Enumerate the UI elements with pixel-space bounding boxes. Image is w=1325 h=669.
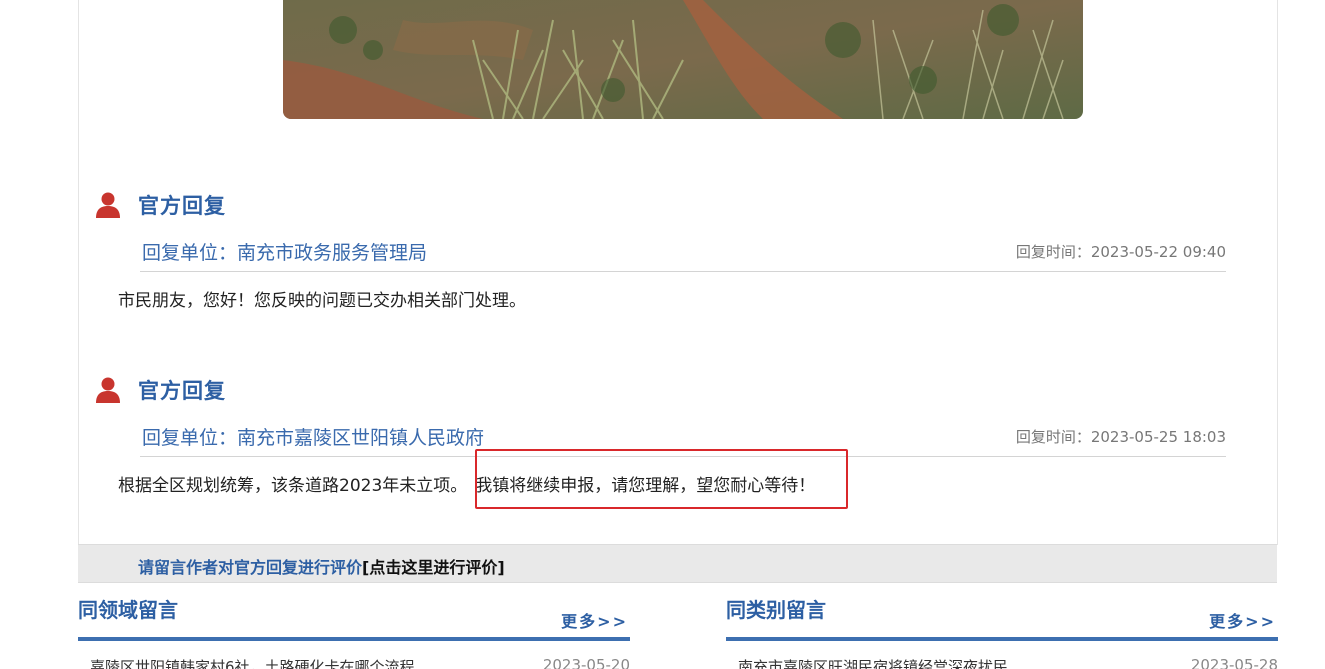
user-icon xyxy=(96,192,120,218)
evaluate-link[interactable]: [点击这里进行评价] xyxy=(362,558,505,577)
reply-unit-row-1: 回复单位：南充市政务服务管理局 回复时间：2023-05-22 09:40 xyxy=(140,237,1226,272)
reply-unit: 回复单位：南充市嘉陵区世阳镇人民政府 xyxy=(142,427,485,449)
same-field-title: 同领域留言 xyxy=(78,598,178,622)
list-item-date: 2023-05-28 xyxy=(1190,656,1278,669)
reply-unit: 回复单位：南充市政务服务管理局 xyxy=(142,242,428,264)
list-item[interactable]: 嘉陵区世阳镇韩家村6社，土路硬化卡在哪个流程 2023-05-20 xyxy=(90,656,630,669)
same-field-header: 同领域留言 更多>> xyxy=(78,590,630,641)
evaluation-bar: 请留言作者对官方回复进行评价[点击这里进行评价] xyxy=(78,544,1277,583)
list-item-date: 2023-05-20 xyxy=(542,656,630,669)
list-item[interactable]: 南充市嘉陵区旺湖民宿将镜经営深夜扰民 2023-05-28 xyxy=(738,656,1278,669)
same-category-more-link[interactable]: 更多>> xyxy=(1209,608,1276,632)
user-icon xyxy=(96,377,120,403)
list-item-title[interactable]: 南充市嘉陵区旺湖民宿将镜经営深夜扰民 xyxy=(738,656,1008,669)
reply-time: 回复时间：2023-05-25 18:03 xyxy=(1015,428,1226,446)
reply-time: 回复时间：2023-05-22 09:40 xyxy=(1015,243,1226,261)
same-category-panel: 同类别留言 更多>> 南充市嘉陵区旺湖民宿将镜经営深夜扰民 2023-05-28 xyxy=(726,590,1278,669)
reply-heading: 官方回复 xyxy=(138,379,226,403)
evaluation-prompt: 请留言作者对官方回复进行评价 xyxy=(138,558,363,577)
message-detail-page: 官方回复 回复单位：南充市政务服务管理局 回复时间：2023-05-22 09:… xyxy=(0,0,1325,669)
same-category-title: 同类别留言 xyxy=(726,598,826,622)
highlight-annotation-box xyxy=(475,449,848,509)
reply-heading: 官方回复 xyxy=(138,194,226,218)
reply-body-1: 市民朋友，您好！您反映的问题已交办相关部门处理。 xyxy=(118,291,526,311)
list-item-title[interactable]: 嘉陵区世阳镇韩家村6社，土路硬化卡在哪个流程 xyxy=(90,656,415,669)
same-field-more-link[interactable]: 更多>> xyxy=(561,608,628,632)
reply-body-part-1: 根据全区规划统筹，该条道路2023年未立项。 xyxy=(118,476,468,496)
same-field-panel: 同领域留言 更多>> 嘉陵区世阳镇韩家村6社，土路硬化卡在哪个流程 2023-0… xyxy=(78,590,630,669)
attached-photo[interactable] xyxy=(283,0,1083,119)
official-reply-header-1: 官方回复 xyxy=(94,190,226,220)
official-reply-header-2: 官方回复 xyxy=(94,375,226,405)
same-category-header: 同类别留言 更多>> xyxy=(726,590,1278,641)
